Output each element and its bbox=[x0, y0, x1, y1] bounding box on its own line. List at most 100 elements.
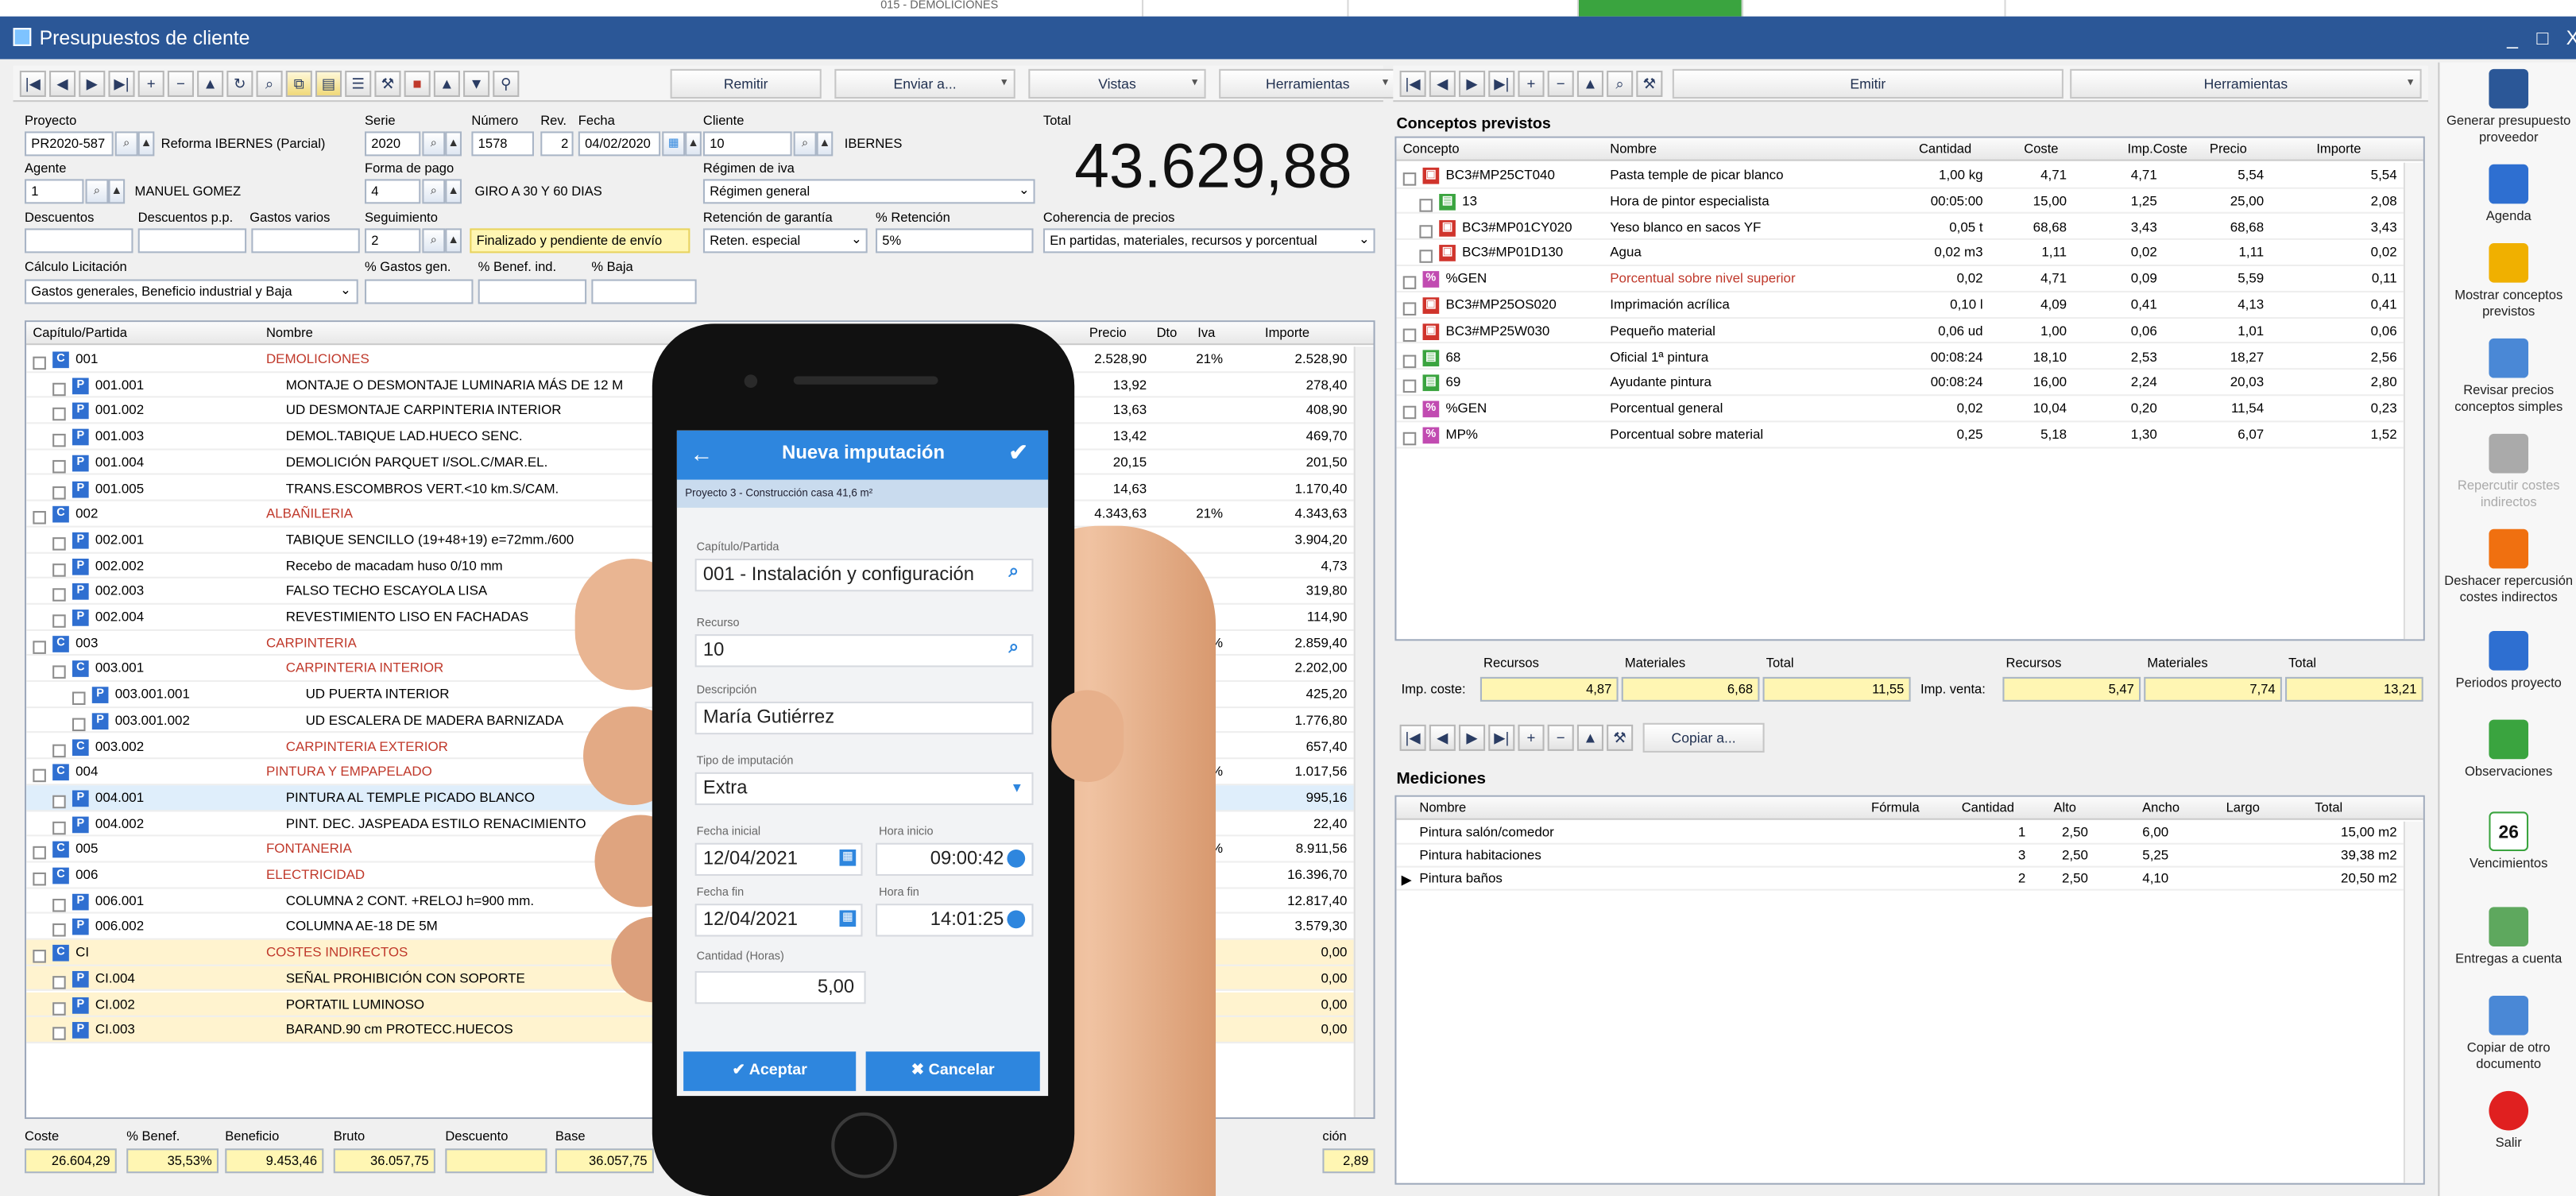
delete-icon[interactable]: − bbox=[1547, 70, 1574, 97]
vertical-scrollbar[interactable] bbox=[2403, 162, 2423, 640]
prev-record-icon[interactable]: ◀ bbox=[49, 70, 76, 97]
up-icon[interactable]: ▲ bbox=[1576, 70, 1603, 97]
tools-icon[interactable]: ⚒ bbox=[1636, 70, 1663, 97]
table-row[interactable]: ▣ BC3#MP25CT040 Pasta temple de picar blan… bbox=[1396, 163, 2404, 189]
col-concepto[interactable]: Concepto bbox=[1403, 141, 1460, 157]
col-formula[interactable]: Fórmula bbox=[1871, 800, 1920, 815]
search-icon[interactable]: ⌕ bbox=[1009, 637, 1019, 659]
next-record-icon[interactable]: ▶ bbox=[79, 70, 106, 97]
table-row[interactable]: ▤ 68 Oficial 1ª pintura 00:08:24 18,10 2,53 18… bbox=[1396, 344, 2404, 370]
emitir-button[interactable]: Emitir bbox=[1672, 68, 2064, 99]
spinner-icon[interactable]: ▲ bbox=[816, 131, 834, 157]
sidebar-action-2[interactable]: Mostrar conceptos previstos bbox=[2441, 243, 2576, 319]
last-record-icon[interactable]: ▶| bbox=[108, 70, 135, 97]
col-importe[interactable]: Importe bbox=[1265, 325, 1309, 340]
search-icon[interactable]: ⌕ bbox=[85, 179, 109, 204]
calendar-icon[interactable]: ▦ bbox=[662, 131, 686, 157]
calendar-icon[interactable]: ▦ bbox=[839, 849, 857, 866]
prev-record-icon[interactable]: ◀ bbox=[1429, 70, 1456, 97]
coherencia-select[interactable]: En partidas, materiales, recursos y porc… bbox=[1042, 228, 1375, 254]
first-record-icon[interactable]: |◀ bbox=[19, 70, 46, 97]
search-icon[interactable]: ⌕ bbox=[256, 70, 283, 97]
add-icon[interactable]: + bbox=[1518, 70, 1545, 97]
col-precio[interactable]: Precio bbox=[1089, 325, 1127, 340]
col-total[interactable]: Total bbox=[2315, 800, 2342, 815]
vertical-scrollbar[interactable] bbox=[1353, 346, 1374, 1117]
spinner-icon[interactable]: ▲ bbox=[685, 131, 702, 157]
search-icon[interactable]: ⌕ bbox=[422, 179, 446, 204]
col-ancho[interactable]: Ancho bbox=[2142, 800, 2180, 815]
sidebar-action-6[interactable]: Periodos proyecto bbox=[2441, 630, 2576, 691]
clock-icon[interactable] bbox=[1007, 910, 1026, 929]
regimen-select[interactable]: Régimen general bbox=[702, 179, 1035, 204]
descripcion-field[interactable]: María Gutiérrez bbox=[694, 701, 1034, 735]
maximize-button[interactable]: □ bbox=[2536, 17, 2548, 60]
col-alto[interactable]: Alto bbox=[2054, 800, 2077, 815]
descuentos-field[interactable] bbox=[25, 228, 133, 254]
col-iva[interactable]: Iva bbox=[1197, 325, 1215, 340]
search-icon[interactable]: ⌕ bbox=[1607, 70, 1634, 97]
col-precio[interactable]: Precio bbox=[2210, 141, 2247, 157]
last-record-icon[interactable]: ▶| bbox=[1488, 70, 1515, 97]
rev-field[interactable]: 2 bbox=[540, 131, 574, 157]
agente-field[interactable]: 1 bbox=[25, 179, 84, 204]
herramientas-left-button[interactable]: Herramientas ▾ bbox=[1219, 68, 1397, 99]
aceptar-button[interactable]: ✔ Aceptar bbox=[683, 1051, 857, 1091]
first-record-icon[interactable]: |◀ bbox=[1399, 70, 1426, 97]
col-nombre[interactable]: Nombre bbox=[1610, 141, 1657, 157]
copiar-button[interactable]: Copiar a... bbox=[1642, 722, 1765, 753]
add-icon[interactable]: + bbox=[137, 70, 164, 97]
sidebar-action-11[interactable]: Salir bbox=[2441, 1090, 2576, 1151]
vertical-scrollbar[interactable] bbox=[2403, 821, 2423, 1183]
next-record-icon[interactable]: ▶ bbox=[1459, 724, 1486, 751]
table-row[interactable]: ▤ 13 Hora de pintor especialista 00:05:00 15… bbox=[1396, 188, 2404, 215]
last-record-icon[interactable]: ▶| bbox=[1488, 724, 1515, 751]
table-row[interactable]: ▶ Pintura baños 2 2,50 4,10 20,50 m2 bbox=[1396, 868, 2404, 891]
sidebar-action-10[interactable]: Copiar de otro documento bbox=[2441, 995, 2576, 1071]
home-button[interactable] bbox=[831, 1112, 897, 1179]
capitulo-field[interactable]: 001 - Instalación y configuración bbox=[694, 558, 1034, 592]
search-icon[interactable]: ⌕ bbox=[114, 131, 138, 157]
table-row[interactable]: ▣ BC3#MP01CY020 Yeso blanco en sacos YF 0,0… bbox=[1396, 215, 2404, 241]
serie-field[interactable]: 2020 bbox=[365, 131, 421, 157]
clock-icon[interactable] bbox=[1007, 849, 1026, 868]
baja-field[interactable] bbox=[591, 279, 697, 304]
col-impcoste[interactable]: Imp.Coste bbox=[2128, 141, 2187, 157]
spinner-icon[interactable]: ▲ bbox=[137, 131, 155, 157]
calculo-select[interactable]: Gastos generales, Beneficio industrial y… bbox=[25, 279, 358, 304]
close-button[interactable]: X bbox=[2566, 17, 2576, 60]
col-cantidad[interactable]: Cantidad bbox=[1919, 141, 1971, 157]
pct-ret-field[interactable]: 5% bbox=[876, 228, 1034, 254]
tipo-select[interactable]: Extra bbox=[694, 772, 1034, 806]
cantidad-field[interactable]: 5,00 bbox=[694, 970, 866, 1004]
herramientas-right-button[interactable]: Herramientas ▾ bbox=[2070, 68, 2422, 99]
calendar-icon[interactable]: ▦ bbox=[839, 910, 857, 927]
search-icon[interactable]: ⌕ bbox=[1009, 562, 1019, 583]
mediciones-grid[interactable]: Nombre Fórmula Cantidad Alto Ancho Largo… bbox=[1394, 795, 2425, 1185]
cancelar-button[interactable]: ✖ Cancelar bbox=[865, 1051, 1040, 1091]
back-arrow-icon[interactable]: ← bbox=[690, 440, 713, 466]
first-record-icon[interactable]: |◀ bbox=[1399, 724, 1426, 751]
next-record-icon[interactable]: ▶ bbox=[1459, 70, 1486, 97]
table-row[interactable]: ▤ 69 Ayudante pintura 00:08:24 16,00 2,24 20,0… bbox=[1396, 370, 2404, 397]
sidebar-action-8[interactable]: 26 Vencimientos bbox=[2441, 811, 2576, 871]
delete-icon[interactable]: − bbox=[1547, 724, 1574, 751]
flag-icon[interactable]: ■ bbox=[404, 70, 431, 97]
note-icon[interactable]: ▤ bbox=[315, 70, 342, 97]
col-nombre[interactable]: Nombre bbox=[1419, 800, 1466, 815]
vistas-button[interactable]: Vistas ▾ bbox=[1028, 68, 1206, 99]
tools-icon[interactable]: ⚒ bbox=[374, 70, 401, 97]
col-capitulo[interactable]: Capítulo/Partida bbox=[33, 325, 127, 340]
minimize-button[interactable]: _ bbox=[2507, 17, 2518, 60]
spinner-icon[interactable]: ▲ bbox=[445, 131, 462, 157]
col-largo[interactable]: Largo bbox=[2226, 800, 2260, 815]
sidebar-action-0[interactable]: Generar presupuesto proveedor bbox=[2441, 68, 2576, 145]
table-row[interactable]: ▣ BC3#MP01D130 Agua 0,02 m3 1,11 0,02 1,11 0,02 bbox=[1396, 241, 2404, 267]
conceptos-grid[interactable]: Concepto Nombre Cantidad Coste Imp.Coste… bbox=[1394, 136, 2425, 641]
enviar-button[interactable]: Enviar a... ▾ bbox=[834, 68, 1015, 99]
spinner-icon[interactable]: ▲ bbox=[445, 228, 462, 254]
seguimiento-field[interactable]: 2 bbox=[365, 228, 421, 254]
up-icon[interactable]: ▲ bbox=[1576, 724, 1603, 751]
col-dto[interactable]: Dto bbox=[1157, 325, 1178, 340]
table-row[interactable]: ▣ BC3#MP25OS020 Imprimación acrílica 0,10 l… bbox=[1396, 292, 2404, 319]
